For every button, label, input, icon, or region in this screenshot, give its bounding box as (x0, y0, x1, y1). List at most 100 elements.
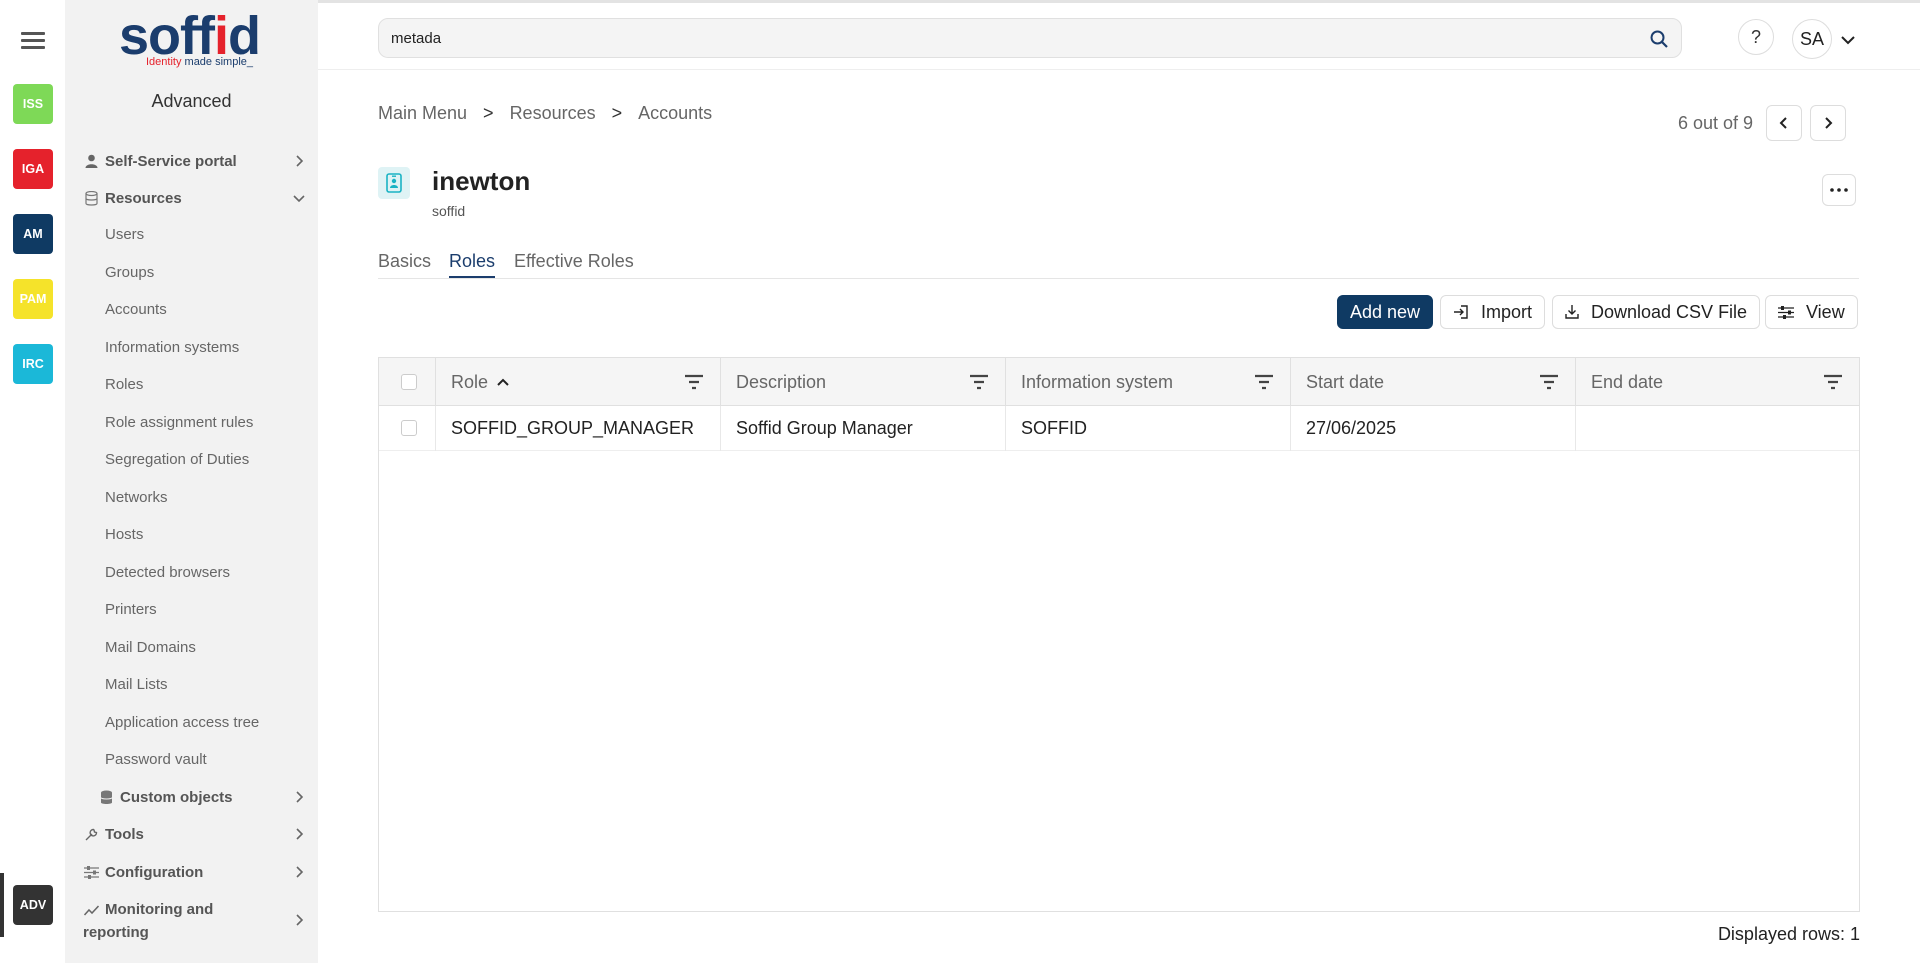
cell-description: Soffid Group Manager (720, 406, 1005, 451)
filter-icon[interactable] (684, 372, 704, 392)
filter-icon[interactable] (969, 372, 989, 392)
row-checkbox[interactable] (401, 420, 417, 436)
breadcrumb-separator: > (483, 103, 494, 123)
sidebar-group-tools[interactable]: Tools (83, 824, 308, 844)
chevron-down-icon (293, 195, 305, 203)
sidebar-item-printers[interactable]: Printers (105, 601, 157, 618)
pager-position: 6 out of 9 (1678, 113, 1754, 133)
user-avatar[interactable]: SA (1792, 19, 1832, 59)
sort-ascending-icon[interactable] (496, 377, 510, 387)
column-header-information-system[interactable]: Information system (1005, 358, 1290, 406)
chevron-down-icon[interactable] (1840, 32, 1856, 48)
download-label: Download CSV File (1591, 301, 1748, 322)
help-button[interactable]: ? (1738, 19, 1774, 55)
search-icon[interactable] (1649, 29, 1669, 49)
sidebar-item-application-access-tree[interactable]: Application access tree (105, 714, 259, 731)
chart-line-icon (83, 902, 99, 918)
tab-effective-roles[interactable]: Effective Roles (514, 251, 634, 272)
sidebar-item-roles[interactable]: Roles (105, 376, 143, 393)
top-bar: metada ? SA (318, 0, 1920, 70)
sidebar-item-password-vault[interactable]: Password vault (105, 751, 207, 768)
tab-bar: Basics Roles Effective Roles (378, 249, 1859, 279)
chevron-right-icon (296, 828, 304, 840)
rail-adv-button[interactable]: ADV (13, 885, 53, 925)
search-input[interactable]: metada (378, 18, 1682, 58)
account-icon (378, 167, 410, 199)
sidebar-item-detected-browsers[interactable]: Detected browsers (105, 564, 230, 581)
rail-iss-button[interactable]: ISS (13, 84, 53, 124)
ellipsis-icon (1830, 188, 1848, 192)
cell-role[interactable]: SOFFID_GROUP_MANAGER (435, 406, 720, 451)
sidebar-item-mail-lists[interactable]: Mail Lists (105, 676, 168, 693)
breadcrumb-resources[interactable]: Resources (510, 103, 596, 124)
filter-icon[interactable] (1254, 372, 1274, 392)
sidebar-group-resources[interactable]: Resources (83, 188, 308, 208)
account-system: soffid (432, 203, 466, 219)
hamburger-menu-icon[interactable] (21, 32, 45, 50)
cell-end-date (1575, 406, 1859, 451)
roles-table: Role Description Information system Star… (378, 357, 1860, 912)
chevron-right-icon (296, 866, 304, 878)
column-label: Role (451, 371, 489, 392)
sidebar-item-hosts[interactable]: Hosts (105, 526, 143, 543)
sidebar-item-accounts[interactable]: Accounts (105, 301, 167, 318)
sidebar-item-groups[interactable]: Groups (105, 264, 154, 281)
cell-start-date: 27/06/2025 (1290, 406, 1575, 451)
chevron-right-icon (296, 791, 304, 803)
filter-icon[interactable] (1823, 372, 1843, 392)
wrench-icon (83, 826, 99, 842)
rail-pam-button[interactable]: PAM (13, 279, 53, 319)
column-label: Start date (1306, 371, 1385, 392)
sidebar-item-role-assignment-rules[interactable]: Role assignment rules (105, 414, 253, 431)
table-row[interactable]: SOFFID_GROUP_MANAGER Soffid Group Manage… (379, 406, 1859, 451)
database-icon (98, 789, 114, 805)
user-icon (83, 153, 99, 169)
sidebar-item-networks[interactable]: Networks (105, 489, 168, 506)
column-header-description[interactable]: Description (720, 358, 1005, 406)
filter-icon[interactable] (1539, 372, 1559, 392)
tab-roles[interactable]: Roles (449, 251, 496, 278)
rail-active-indicator (0, 873, 4, 937)
sidebar: soffid Identity made simple_ Advanced Se… (65, 0, 318, 963)
more-options-button[interactable] (1822, 174, 1856, 206)
sidebar-group-monitoring[interactable]: Monitoring and reporting (83, 898, 308, 942)
monitoring-label-wrap: Monitoring and reporting (83, 901, 214, 941)
chevron-left-icon (1779, 117, 1787, 129)
next-record-button[interactable] (1810, 105, 1846, 141)
rail-irc-button[interactable]: IRC (13, 344, 53, 384)
chevron-right-icon (1825, 117, 1833, 129)
rail-iga-button[interactable]: IGA (13, 149, 53, 189)
add-new-button[interactable]: Add new (1337, 295, 1434, 329)
sidebar-group-configuration[interactable]: Configuration (83, 862, 308, 882)
sidebar-item-users[interactable]: Users (105, 226, 144, 243)
database-icon (83, 190, 99, 206)
column-header-start-date[interactable]: Start date (1290, 358, 1575, 406)
displayed-rows-count: Displayed rows: 1 (1717, 924, 1860, 944)
import-button[interactable]: Import (1440, 295, 1546, 329)
sidebar-group-self-service[interactable]: Self-Service portal (83, 151, 308, 171)
breadcrumb-separator: > (611, 103, 623, 123)
soffid-logo[interactable]: soffid Identity made simple_ (119, 6, 269, 74)
sliders-icon (83, 864, 99, 880)
previous-record-button[interactable] (1766, 105, 1802, 141)
column-header-end-date[interactable]: End date (1575, 358, 1859, 406)
rail-am-button[interactable]: AM (13, 214, 53, 254)
tab-basics[interactable]: Basics (378, 251, 431, 272)
import-label: Import (1481, 301, 1533, 322)
sidebar-item-segregation-of-duties[interactable]: Segregation of Duties (105, 451, 249, 468)
column-header-role[interactable]: Role (435, 358, 720, 406)
sidebar-item-information-systems[interactable]: Information systems (105, 339, 239, 356)
breadcrumb-accounts[interactable]: Accounts (638, 103, 712, 124)
column-label: Description (736, 371, 827, 392)
download-csv-button[interactable]: Download CSV File (1552, 295, 1761, 329)
breadcrumb-main-menu[interactable]: Main Menu (378, 103, 467, 124)
search-value[interactable]: metada (391, 30, 441, 47)
chevron-right-icon (296, 155, 304, 167)
view-button[interactable]: View (1765, 295, 1858, 329)
sidebar-item-mail-domains[interactable]: Mail Domains (105, 639, 196, 656)
import-icon (1454, 305, 1468, 319)
sidebar-group-custom-objects[interactable]: Custom objects (98, 787, 308, 807)
download-icon (1565, 305, 1579, 319)
select-all-checkbox[interactable] (401, 374, 417, 390)
cell-information-system: SOFFID (1005, 406, 1290, 451)
